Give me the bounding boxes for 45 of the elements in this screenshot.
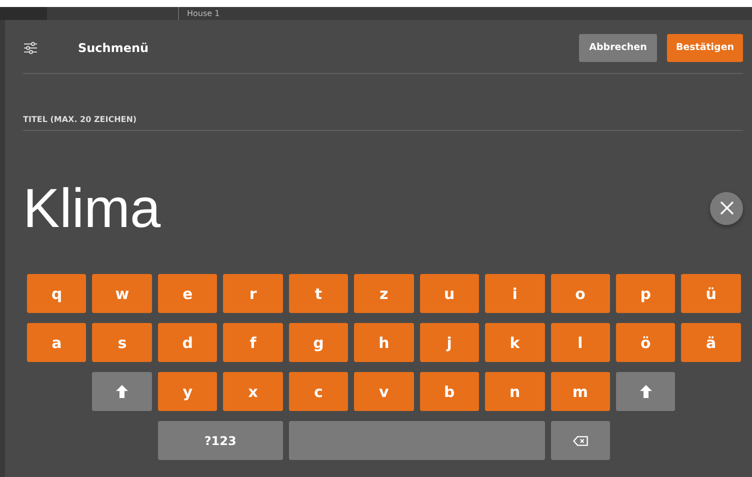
up-arrow-icon (116, 385, 128, 398)
backspace-icon (572, 436, 588, 446)
symbols-key[interactable]: ?123 (158, 421, 283, 460)
letter-key[interactable]: r (223, 274, 283, 313)
letter-key[interactable]: f (223, 323, 283, 362)
tab-label: House 1 (187, 8, 220, 18)
letter-key[interactable]: k (485, 323, 544, 362)
letter-key[interactable]: j (420, 323, 480, 362)
cancel-button[interactable]: Abbrechen (579, 34, 657, 62)
field-label: TITEL (MAX. 20 ZEICHEN) (23, 115, 743, 131)
up-arrow-icon (640, 385, 652, 398)
letter-key[interactable]: c (288, 372, 348, 411)
letter-key[interactable]: u (420, 274, 480, 313)
letter-key[interactable]: t (288, 274, 348, 313)
letter-key[interactable]: z (354, 274, 414, 313)
shift-key[interactable] (616, 372, 676, 411)
shift-key[interactable] (92, 372, 152, 411)
letter-key[interactable]: ü (681, 274, 741, 313)
letter-key[interactable]: e (158, 274, 218, 313)
dialog-title: Suchmenü (78, 40, 150, 54)
letter-key[interactable]: ö (616, 323, 676, 362)
letter-key[interactable]: a (27, 323, 86, 362)
letter-key[interactable]: b (420, 372, 480, 411)
letter-key[interactable]: n (485, 372, 544, 411)
title-input-field[interactable]: Klima (23, 178, 161, 238)
close-icon (718, 200, 734, 216)
letter-key[interactable]: w (92, 274, 152, 313)
sliders-icon (24, 42, 37, 54)
letter-key[interactable]: h (354, 323, 414, 362)
confirm-button[interactable]: Bestätigen (667, 34, 743, 62)
letter-key[interactable]: q (27, 274, 86, 313)
letter-key[interactable]: i (485, 274, 544, 313)
letter-key[interactable]: g (288, 323, 348, 362)
letter-key[interactable]: l (550, 323, 610, 362)
letter-key[interactable]: v (354, 372, 414, 411)
letter-key[interactable]: m (550, 372, 610, 411)
letter-key[interactable]: ä (681, 323, 741, 362)
letter-key[interactable]: x (223, 372, 283, 411)
clear-button[interactable] (710, 192, 743, 224)
letter-key[interactable]: s (92, 323, 152, 362)
letter-key[interactable]: p (616, 274, 676, 313)
letter-key[interactable]: d (158, 323, 218, 362)
letter-key[interactable]: o (550, 274, 610, 313)
backspace-key[interactable] (550, 421, 610, 460)
letter-key[interactable]: y (158, 372, 218, 411)
